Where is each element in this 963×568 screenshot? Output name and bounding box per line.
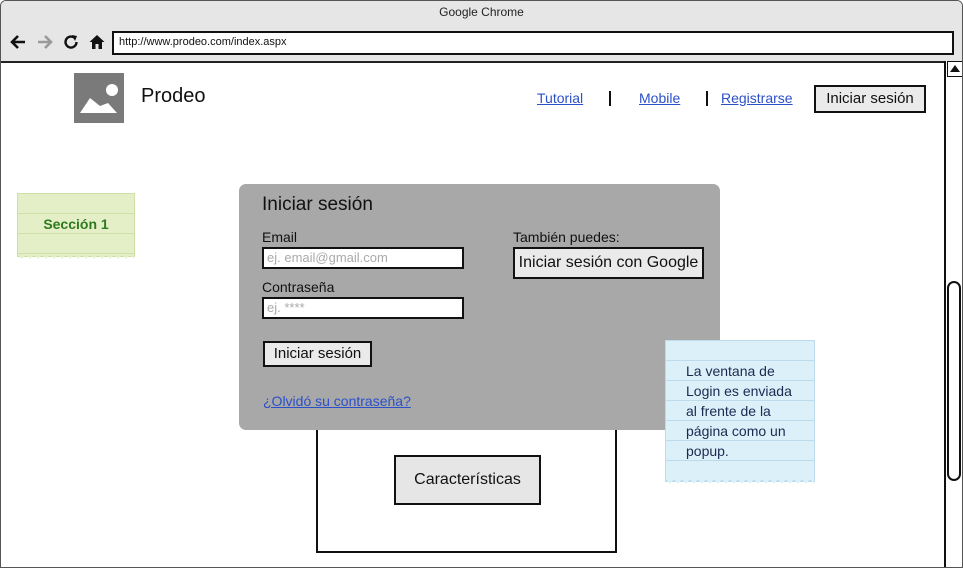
google-login-button[interactable]: Iniciar sesión con Google (513, 247, 704, 279)
address-bar[interactable]: http://www.prodeo.com/index.aspx (112, 31, 954, 55)
login-popup-title: Iniciar sesión (262, 194, 373, 215)
scroll-thumb[interactable] (947, 281, 961, 481)
browser-toolbar: Google Chrome http://www.prodeo.com/inde… (1, 1, 962, 63)
back-arrow-icon[interactable] (9, 33, 27, 51)
section-note: Sección 1 (17, 193, 135, 259)
comment-note-text: La ventana de Login es enviada al frente… (686, 363, 792, 459)
section-note-label: Sección 1 (43, 216, 109, 232)
header-login-button[interactable]: Iniciar sesión (814, 85, 926, 113)
page-content: Prodeo Tutorial Mobile Registrarse Inici… (1, 63, 945, 567)
torn-edge (18, 254, 134, 259)
nav-link-registrarse[interactable]: Registrarse (721, 90, 793, 106)
forward-arrow-icon[interactable] (36, 33, 54, 51)
nav-separator (609, 91, 611, 106)
email-field[interactable] (262, 247, 464, 269)
reload-icon[interactable] (62, 33, 80, 51)
password-field[interactable] (262, 297, 464, 319)
login-popup: Iniciar sesión Email Contraseña Iniciar … (239, 184, 720, 430)
password-label: Contraseña (262, 279, 335, 295)
features-button[interactable]: Características (394, 455, 541, 505)
browser-window: Google Chrome http://www.prodeo.com/inde… (0, 0, 963, 568)
email-label: Email (262, 229, 298, 245)
window-title: Google Chrome (439, 5, 524, 19)
brand-name: Prodeo (141, 85, 206, 107)
vertical-scrollbar[interactable] (944, 61, 963, 567)
nav-link-tutorial[interactable]: Tutorial (537, 90, 583, 106)
forgot-password-link[interactable]: ¿Olvidó su contraseña? (263, 393, 411, 409)
home-icon[interactable] (88, 33, 106, 51)
url-text: http://www.prodeo.com/index.aspx (119, 36, 287, 48)
torn-edge (666, 479, 814, 484)
nav-separator (706, 91, 708, 106)
comment-note: La ventana de Login es enviada al frente… (665, 340, 815, 484)
also-label: También puedes: (513, 229, 620, 245)
image-placeholder-icon (74, 73, 124, 123)
scroll-up-arrow-icon[interactable] (947, 61, 963, 77)
nav-link-mobile[interactable]: Mobile (639, 90, 680, 106)
login-submit-button[interactable]: Iniciar sesión (263, 341, 372, 367)
